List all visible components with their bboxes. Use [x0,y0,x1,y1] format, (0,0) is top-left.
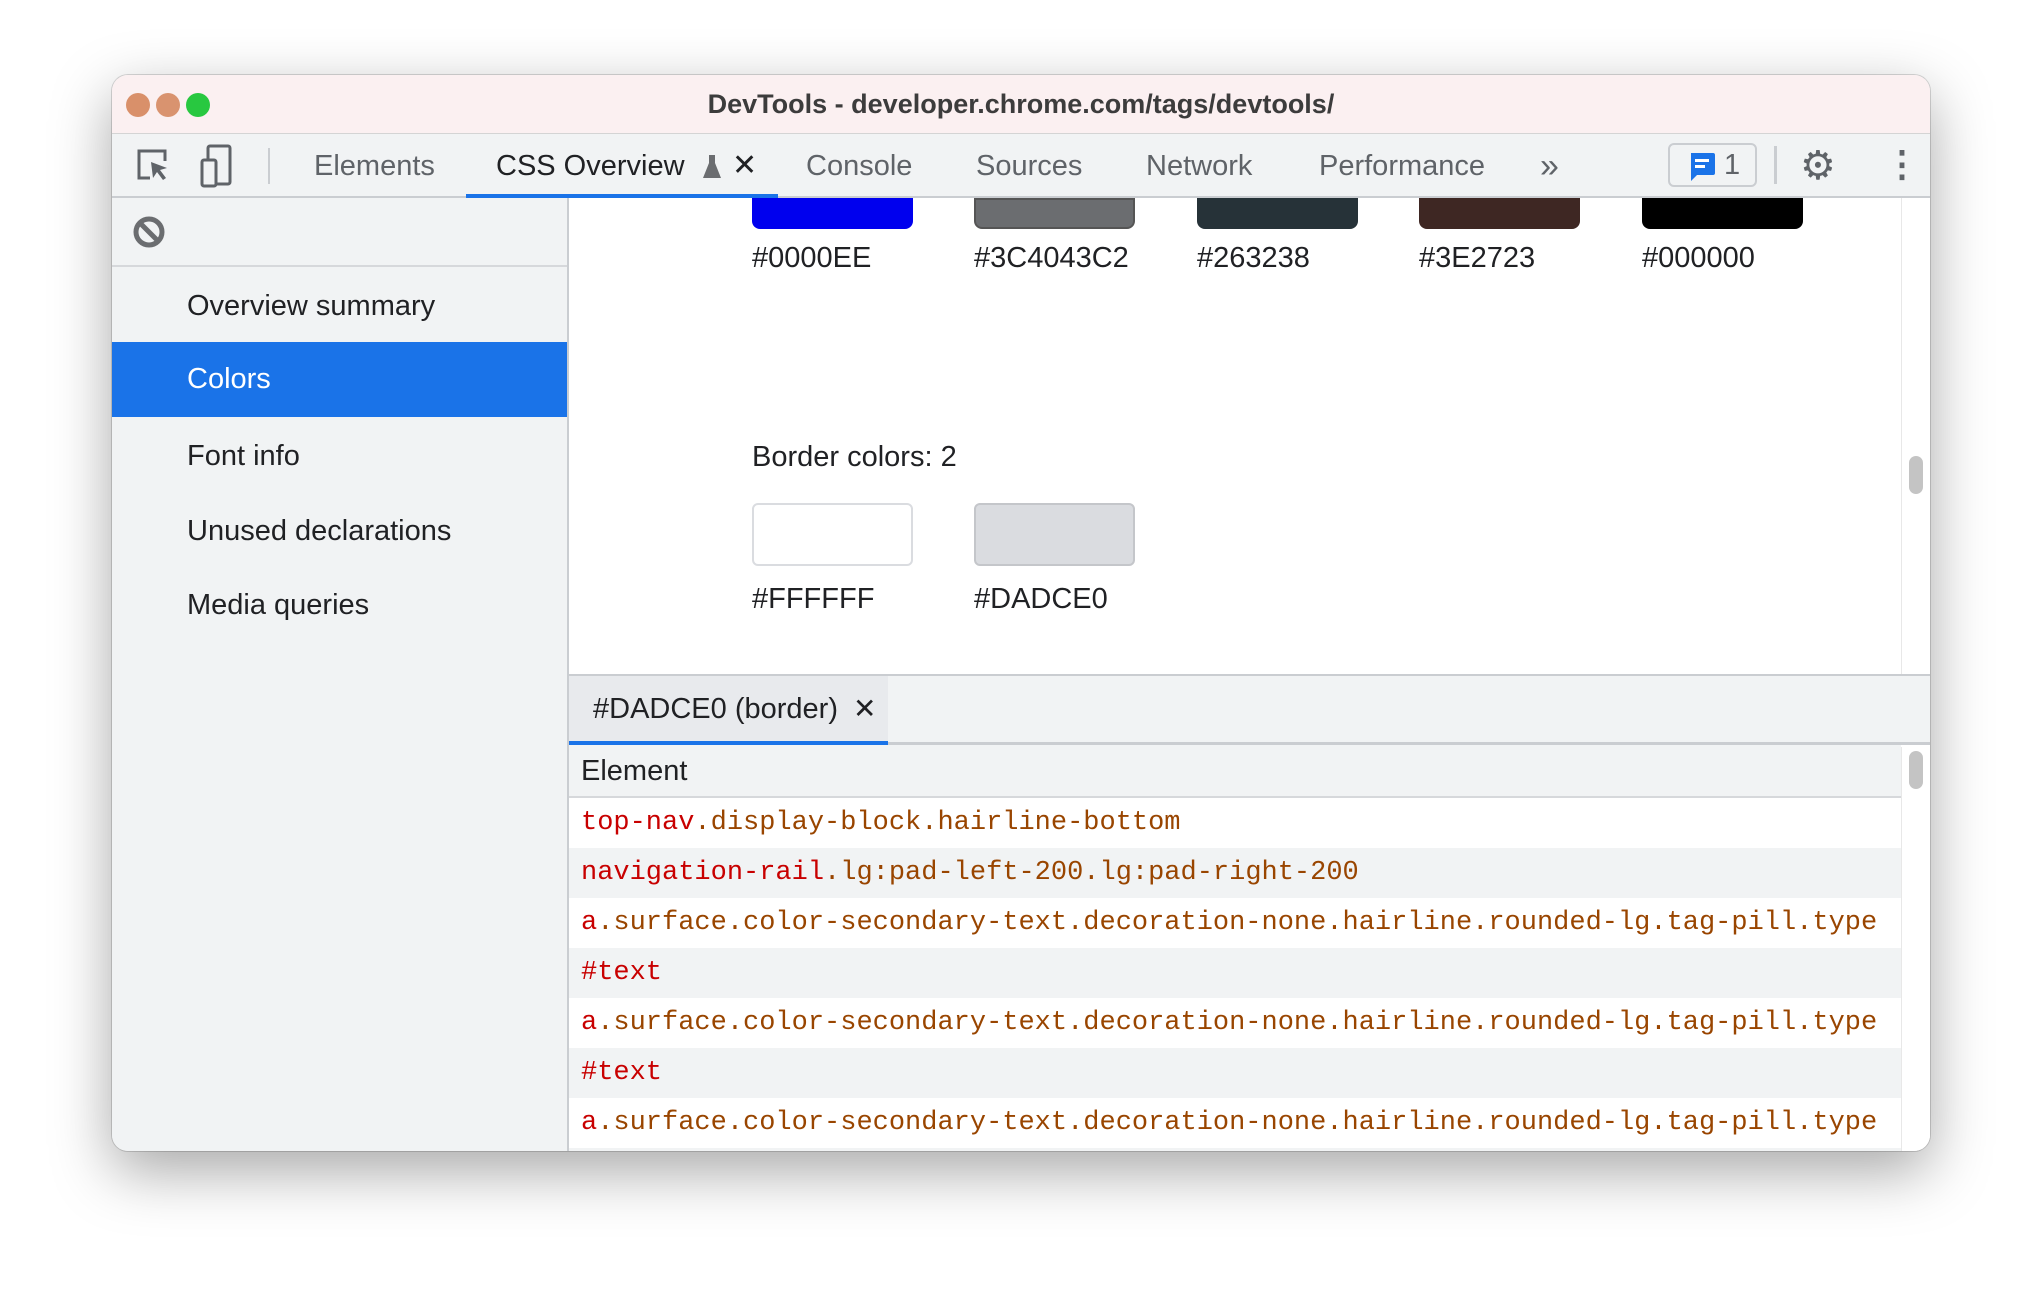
element-row[interactable]: top-nav.display-block.hairline-bottom [569,798,1901,848]
clear-overview-block-icon[interactable] [132,215,166,249]
window-title: DevTools - developer.chrome.com/tags/dev… [707,89,1335,119]
color-swatch[interactable] [974,198,1135,229]
element-row[interactable]: navigation-rail.lg:pad-left-200.lg:pad-r… [569,848,1901,898]
tab-network[interactable]: Network [1146,134,1252,198]
element-classes: .display-block.hairline-bottom [694,808,1181,838]
element-row[interactable]: a.surface.color-secondary-text.decoratio… [569,998,1901,1048]
details-tab-bar: #DADCE0 (border) ✕ [569,676,1930,745]
close-tab-icon[interactable]: ✕ [853,676,876,742]
element-row[interactable]: a.surface.color-secondary-text.decoratio… [569,898,1901,948]
element-tag: a [581,1108,598,1138]
experiment-flask-icon [703,155,721,178]
tab-performance[interactable]: Performance [1319,134,1485,198]
element-tag: #text [581,958,663,988]
divider [1774,146,1777,184]
element-tag: navigation-rail [581,858,825,888]
color-swatch[interactable] [1419,198,1580,229]
sidebar-item-media-queries[interactable]: Media queries [112,568,567,643]
colors-panel: #0000EE #3C4043C2 #263238 #3E2723 #00000… [569,198,1930,674]
issues-button[interactable]: 1 [1668,143,1757,187]
sidebar-item-font-info[interactable]: Font info [112,419,567,494]
divider [268,148,270,184]
devtools-window: DevTools - developer.chrome.com/tags/dev… [112,75,1930,1151]
message-icon [1691,153,1715,181]
element-row[interactable]: #text [569,1148,1901,1151]
border-color-swatch[interactable] [752,503,913,566]
colors-scrollbar[interactable] [1901,198,1930,674]
element-classes: .surface.color-secondary-text.decoration… [597,1008,1878,1038]
element-row[interactable]: #text [569,1048,1901,1098]
inspect-element-icon[interactable] [136,148,172,186]
more-tabs-chevron-icon[interactable]: » [1540,134,1559,198]
more-options-icon[interactable]: ⋮ [1884,142,1920,186]
color-label: #FFFFFF [752,583,875,615]
tab-css-overview[interactable]: CSS Overview ✕ [466,134,778,198]
tab-sources[interactable]: Sources [976,134,1082,198]
color-label: #000000 [1642,242,1755,274]
color-details-panel: #DADCE0 (border) ✕ Element top-nav.displa… [569,674,1930,1151]
element-column-header[interactable]: Element [569,745,1901,798]
main-tab-bar: Elements CSS Overview ✕ Console Sources … [112,134,1930,198]
element-list: top-nav.display-block.hairline-bottom nav… [569,798,1930,1151]
element-tag: a [581,908,598,938]
color-label: #3E2723 [1419,242,1536,274]
sidebar-item-unused-declarations[interactable]: Unused declarations [112,494,567,569]
settings-gear-icon[interactable]: ⚙ [1800,144,1836,188]
element-classes: .surface.color-secondary-text.decoration… [597,908,1878,938]
scrollbar-thumb[interactable] [1909,456,1923,494]
element-classes: .surface.color-secondary-text.decoration… [597,1108,1878,1138]
tab-elements[interactable]: Elements [314,134,435,198]
tab-label: CSS Overview [496,150,685,182]
tab-label: #DADCE0 (border) [593,693,838,725]
border-colors-heading: Border colors: 2 [752,441,957,473]
sidebar-item-overview-summary[interactable]: Overview summary [112,269,567,344]
device-toolbar-icon[interactable] [200,144,232,188]
tab-dadce0-border[interactable]: #DADCE0 (border) ✕ [569,676,888,745]
title-bar: DevTools - developer.chrome.com/tags/dev… [112,75,1930,134]
issues-count: 1 [1724,149,1741,181]
color-swatch[interactable] [1197,198,1358,229]
element-tag: a [581,1008,598,1038]
element-row[interactable]: #text [569,948,1901,998]
details-scrollbar[interactable] [1901,747,1930,1151]
element-tag: top-nav [581,808,695,838]
color-swatch[interactable] [752,198,913,229]
border-color-swatch[interactable] [974,503,1135,566]
color-swatch[interactable] [1642,198,1803,229]
element-row[interactable]: a.surface.color-secondary-text.decoratio… [569,1098,1901,1148]
sidebar-header [112,198,567,267]
element-tag: #text [581,1058,663,1088]
sidebar-item-colors[interactable]: Colors [112,342,567,417]
color-label: #3C4043C2 [974,242,1129,274]
color-label: #0000EE [752,242,872,274]
close-tab-icon[interactable]: ✕ [732,134,757,198]
color-label: #DADCE0 [974,583,1108,615]
element-classes: .lg:pad-left-200.lg:pad-right-200 [824,858,1359,888]
color-label: #263238 [1197,242,1310,274]
tab-console[interactable]: Console [806,134,912,198]
css-overview-sidebar: Overview summary Colors Font info Unused… [112,198,569,1151]
scrollbar-thumb[interactable] [1909,751,1923,789]
